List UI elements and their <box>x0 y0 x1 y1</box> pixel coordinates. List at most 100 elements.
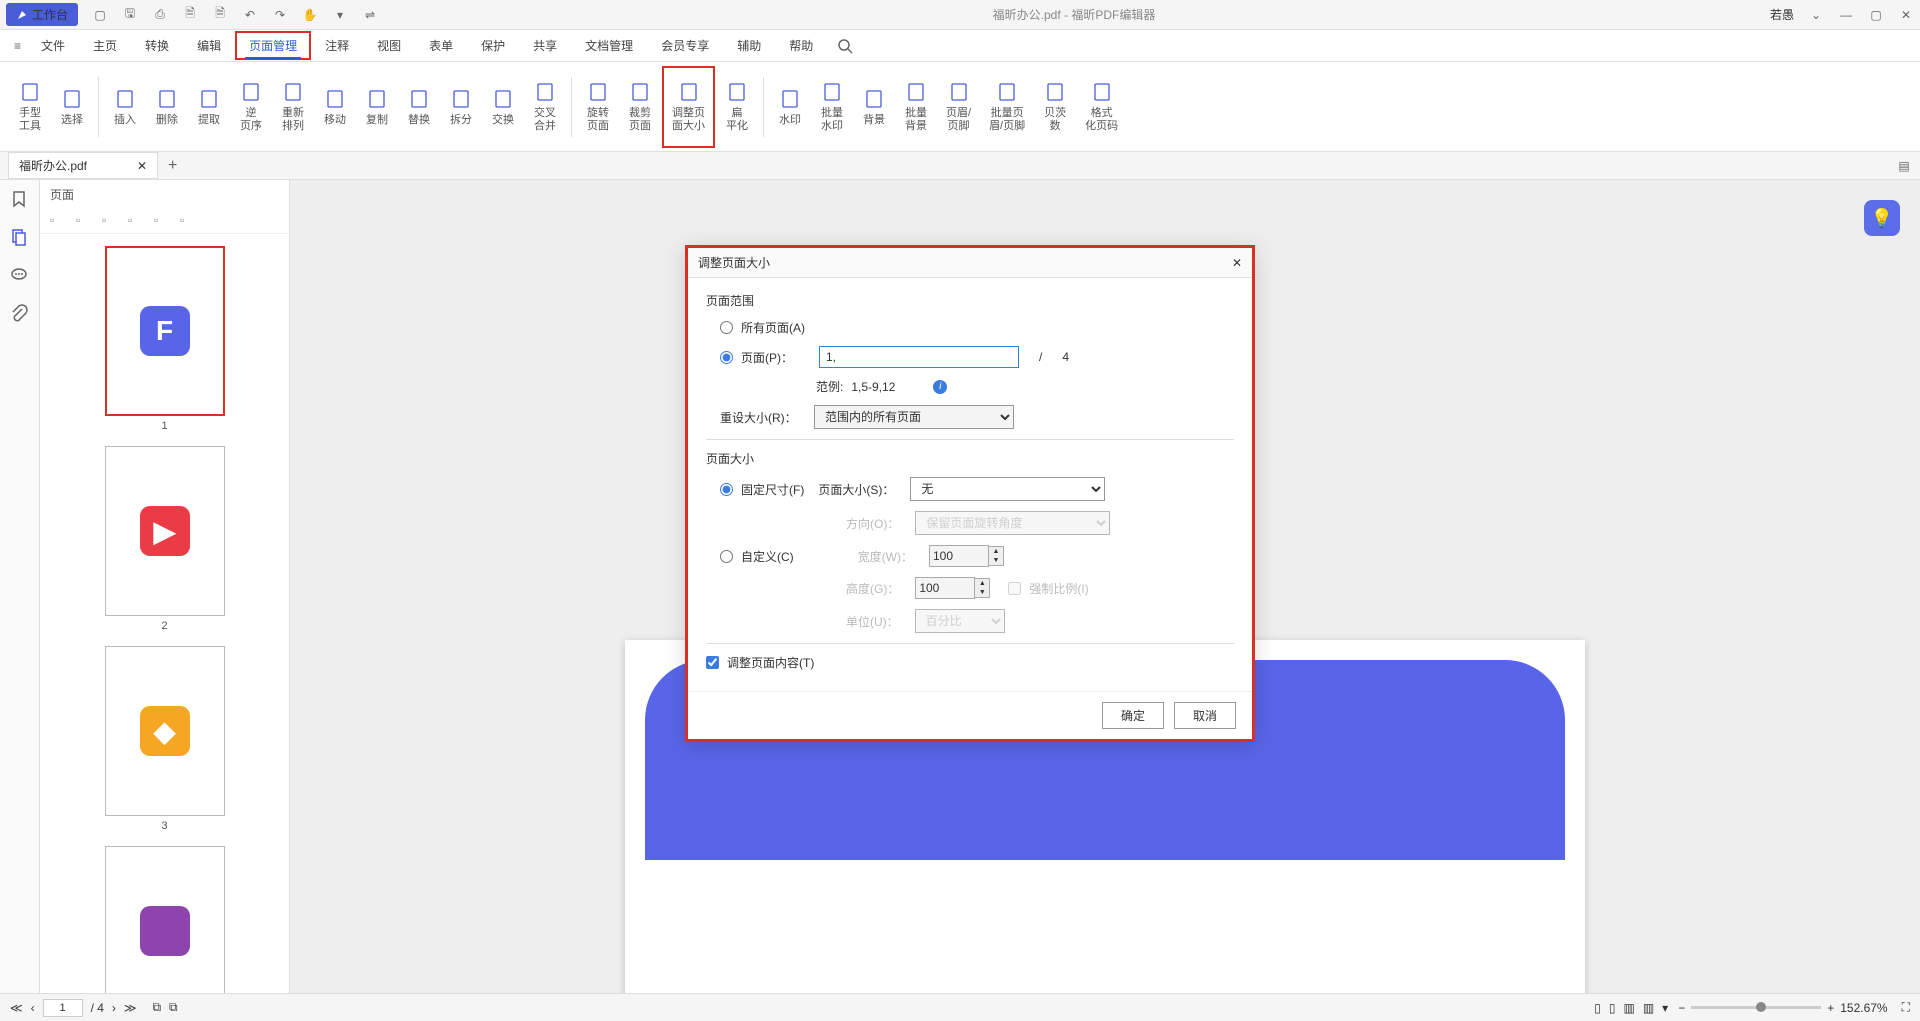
close-icon[interactable]: ✕ <box>1898 7 1914 23</box>
ribbon-水印[interactable]: 水印 <box>770 66 810 148</box>
ribbon-调整页面大小[interactable]: 调整页面大小 <box>662 66 715 148</box>
hint-bubble[interactable]: 💡 <box>1864 200 1900 236</box>
ribbon-移动[interactable]: 移动 <box>315 66 355 148</box>
ribbon-提取[interactable]: 提取 <box>189 66 229 148</box>
zoom-in-icon[interactable]: + <box>1827 1001 1834 1015</box>
radio-custom[interactable] <box>720 550 733 563</box>
chevron-down-icon[interactable]: ⌄ <box>1808 7 1824 23</box>
ribbon-贝茨数[interactable]: 贝茨数 <box>1035 66 1075 148</box>
ribbon-手型工具[interactable]: 手型工具 <box>10 66 50 148</box>
thumbnail-2[interactable]: ▶2 <box>105 446 225 632</box>
cancel-button[interactable]: 取消 <box>1174 702 1236 729</box>
radio-all-pages[interactable] <box>720 321 733 334</box>
radio-pages[interactable] <box>720 351 733 364</box>
ribbon-批量背景[interactable]: 批量背景 <box>896 66 936 148</box>
menu-docmgmt[interactable]: 文档管理 <box>571 31 647 60</box>
select-page-size[interactable]: 无 <box>910 477 1105 501</box>
dialog-close-icon[interactable]: ✕ <box>1232 256 1242 270</box>
next-page-icon[interactable]: › <box>112 1001 116 1015</box>
ribbon-页眉/页脚[interactable]: 页眉/页脚 <box>938 66 979 148</box>
print-icon[interactable]: ⎙ <box>152 7 168 23</box>
more-icon[interactable]: ⇌ <box>362 7 378 23</box>
ribbon-扁平化[interactable]: 扁平化 <box>717 66 757 148</box>
info-icon[interactable]: i <box>933 380 947 394</box>
thumb-tool-6[interactable]: ▫ <box>180 213 196 229</box>
tab-close-icon[interactable]: ✕ <box>137 159 147 173</box>
minimize-icon[interactable]: — <box>1838 7 1854 23</box>
nav-icon-1[interactable]: ⧉ <box>152 1000 161 1015</box>
prev-page-icon[interactable]: ‹ <box>31 1001 35 1015</box>
thumbnail-3[interactable]: ◆3 <box>105 646 225 832</box>
thumb-tool-3[interactable]: ▫ <box>102 213 118 229</box>
ribbon-替换[interactable]: 替换 <box>399 66 439 148</box>
hand-icon[interactable]: ✋ <box>302 7 318 23</box>
menu-page-manage[interactable]: 页面管理 <box>235 31 311 60</box>
ribbon-批量页眉/页脚[interactable]: 批量页眉/页脚 <box>981 66 1033 148</box>
thumb-tool-5[interactable]: ▫ <box>154 213 170 229</box>
view-single-icon[interactable]: ▯ <box>1594 1001 1601 1015</box>
menu-file[interactable]: 文件 <box>27 31 79 60</box>
ribbon-复制[interactable]: 复制 <box>357 66 397 148</box>
thumb-tool-2[interactable]: ▫ <box>76 213 92 229</box>
menu-help[interactable]: 帮助 <box>775 31 827 60</box>
menu-member[interactable]: 会员专享 <box>647 31 723 60</box>
undo-icon[interactable]: ↶ <box>242 7 258 23</box>
save-icon[interactable]: 🖫 <box>122 7 138 23</box>
nav-icon-2[interactable]: ⧉ <box>169 1000 178 1015</box>
file-icon[interactable]: 🗎 <box>182 7 198 23</box>
select-resize-scope[interactable]: 范围内的所有页面 <box>814 405 1014 429</box>
view-cont-icon[interactable]: ▯ <box>1609 1001 1616 1015</box>
page-input[interactable] <box>43 999 83 1017</box>
ribbon-背景[interactable]: 背景 <box>854 66 894 148</box>
ribbon-交换[interactable]: 交换 <box>483 66 523 148</box>
document-tab[interactable]: 福昕办公.pdf ✕ <box>8 152 158 179</box>
open-icon[interactable]: ▢ <box>92 7 108 23</box>
menu-edit[interactable]: 编辑 <box>183 31 235 60</box>
menu-home[interactable]: 主页 <box>79 31 131 60</box>
view-dropdown-icon[interactable]: ▾ <box>1662 1001 1668 1015</box>
bookmark-icon[interactable] <box>10 190 30 210</box>
input-page-range[interactable] <box>819 346 1019 368</box>
redo-icon[interactable]: ↷ <box>272 7 288 23</box>
attachment-icon[interactable] <box>10 304 30 324</box>
ribbon-裁剪页面[interactable]: 裁剪页面 <box>620 66 660 148</box>
last-page-icon[interactable]: ≫ <box>124 1001 137 1015</box>
ok-button[interactable]: 确定 <box>1102 702 1164 729</box>
ribbon-删除[interactable]: 删除 <box>147 66 187 148</box>
ribbon-交叉合并[interactable]: 交叉合并 <box>525 66 565 148</box>
thumb-tool-4[interactable]: ▫ <box>128 213 144 229</box>
ribbon-格式化页码[interactable]: 格式化页码 <box>1077 66 1126 148</box>
pages-icon[interactable] <box>10 228 30 248</box>
ribbon-批量水印[interactable]: 批量水印 <box>812 66 852 148</box>
ribbon-逆页序[interactable]: 逆页序 <box>231 66 271 148</box>
view-contfacing-icon[interactable]: ▥ <box>1643 1001 1654 1015</box>
menu-view[interactable]: 视图 <box>363 31 415 60</box>
menu-annotate[interactable]: 注释 <box>311 31 363 60</box>
thumbnail-1[interactable]: F1 <box>105 246 225 432</box>
zoom-slider[interactable] <box>1691 1006 1821 1009</box>
search-icon[interactable] <box>837 38 853 54</box>
workspace-button[interactable]: 工作台 <box>6 3 78 26</box>
hamburger-icon[interactable]: ≡ <box>14 39 21 53</box>
menu-share[interactable]: 共享 <box>519 31 571 60</box>
ribbon-旋转页面[interactable]: 旋转页面 <box>578 66 618 148</box>
zoom-value[interactable]: 152.67% <box>1840 1001 1887 1015</box>
fullscreen-icon[interactable]: ⛶ <box>1902 1000 1910 1015</box>
tab-options-icon[interactable]: ▤ <box>1896 158 1912 174</box>
export-icon[interactable]: 🗎 <box>212 7 228 23</box>
view-facing-icon[interactable]: ▥ <box>1623 1001 1634 1015</box>
menu-protect[interactable]: 保护 <box>467 31 519 60</box>
comment-icon[interactable] <box>10 266 30 286</box>
ribbon-重新排列[interactable]: 重新排列 <box>273 66 313 148</box>
menu-convert[interactable]: 转换 <box>131 31 183 60</box>
radio-fixed-size[interactable] <box>720 483 733 496</box>
thumb-tool-1[interactable]: ▫ <box>50 213 66 229</box>
dropdown-icon[interactable]: ▾ <box>332 7 348 23</box>
ribbon-选择[interactable]: 选择 <box>52 66 92 148</box>
ribbon-插入[interactable]: 插入 <box>105 66 145 148</box>
maximize-icon[interactable]: ▢ <box>1868 7 1884 23</box>
add-tab-button[interactable]: + <box>168 157 177 175</box>
checkbox-adjust-content[interactable] <box>706 656 719 669</box>
menu-form[interactable]: 表单 <box>415 31 467 60</box>
menu-assist[interactable]: 辅助 <box>723 31 775 60</box>
